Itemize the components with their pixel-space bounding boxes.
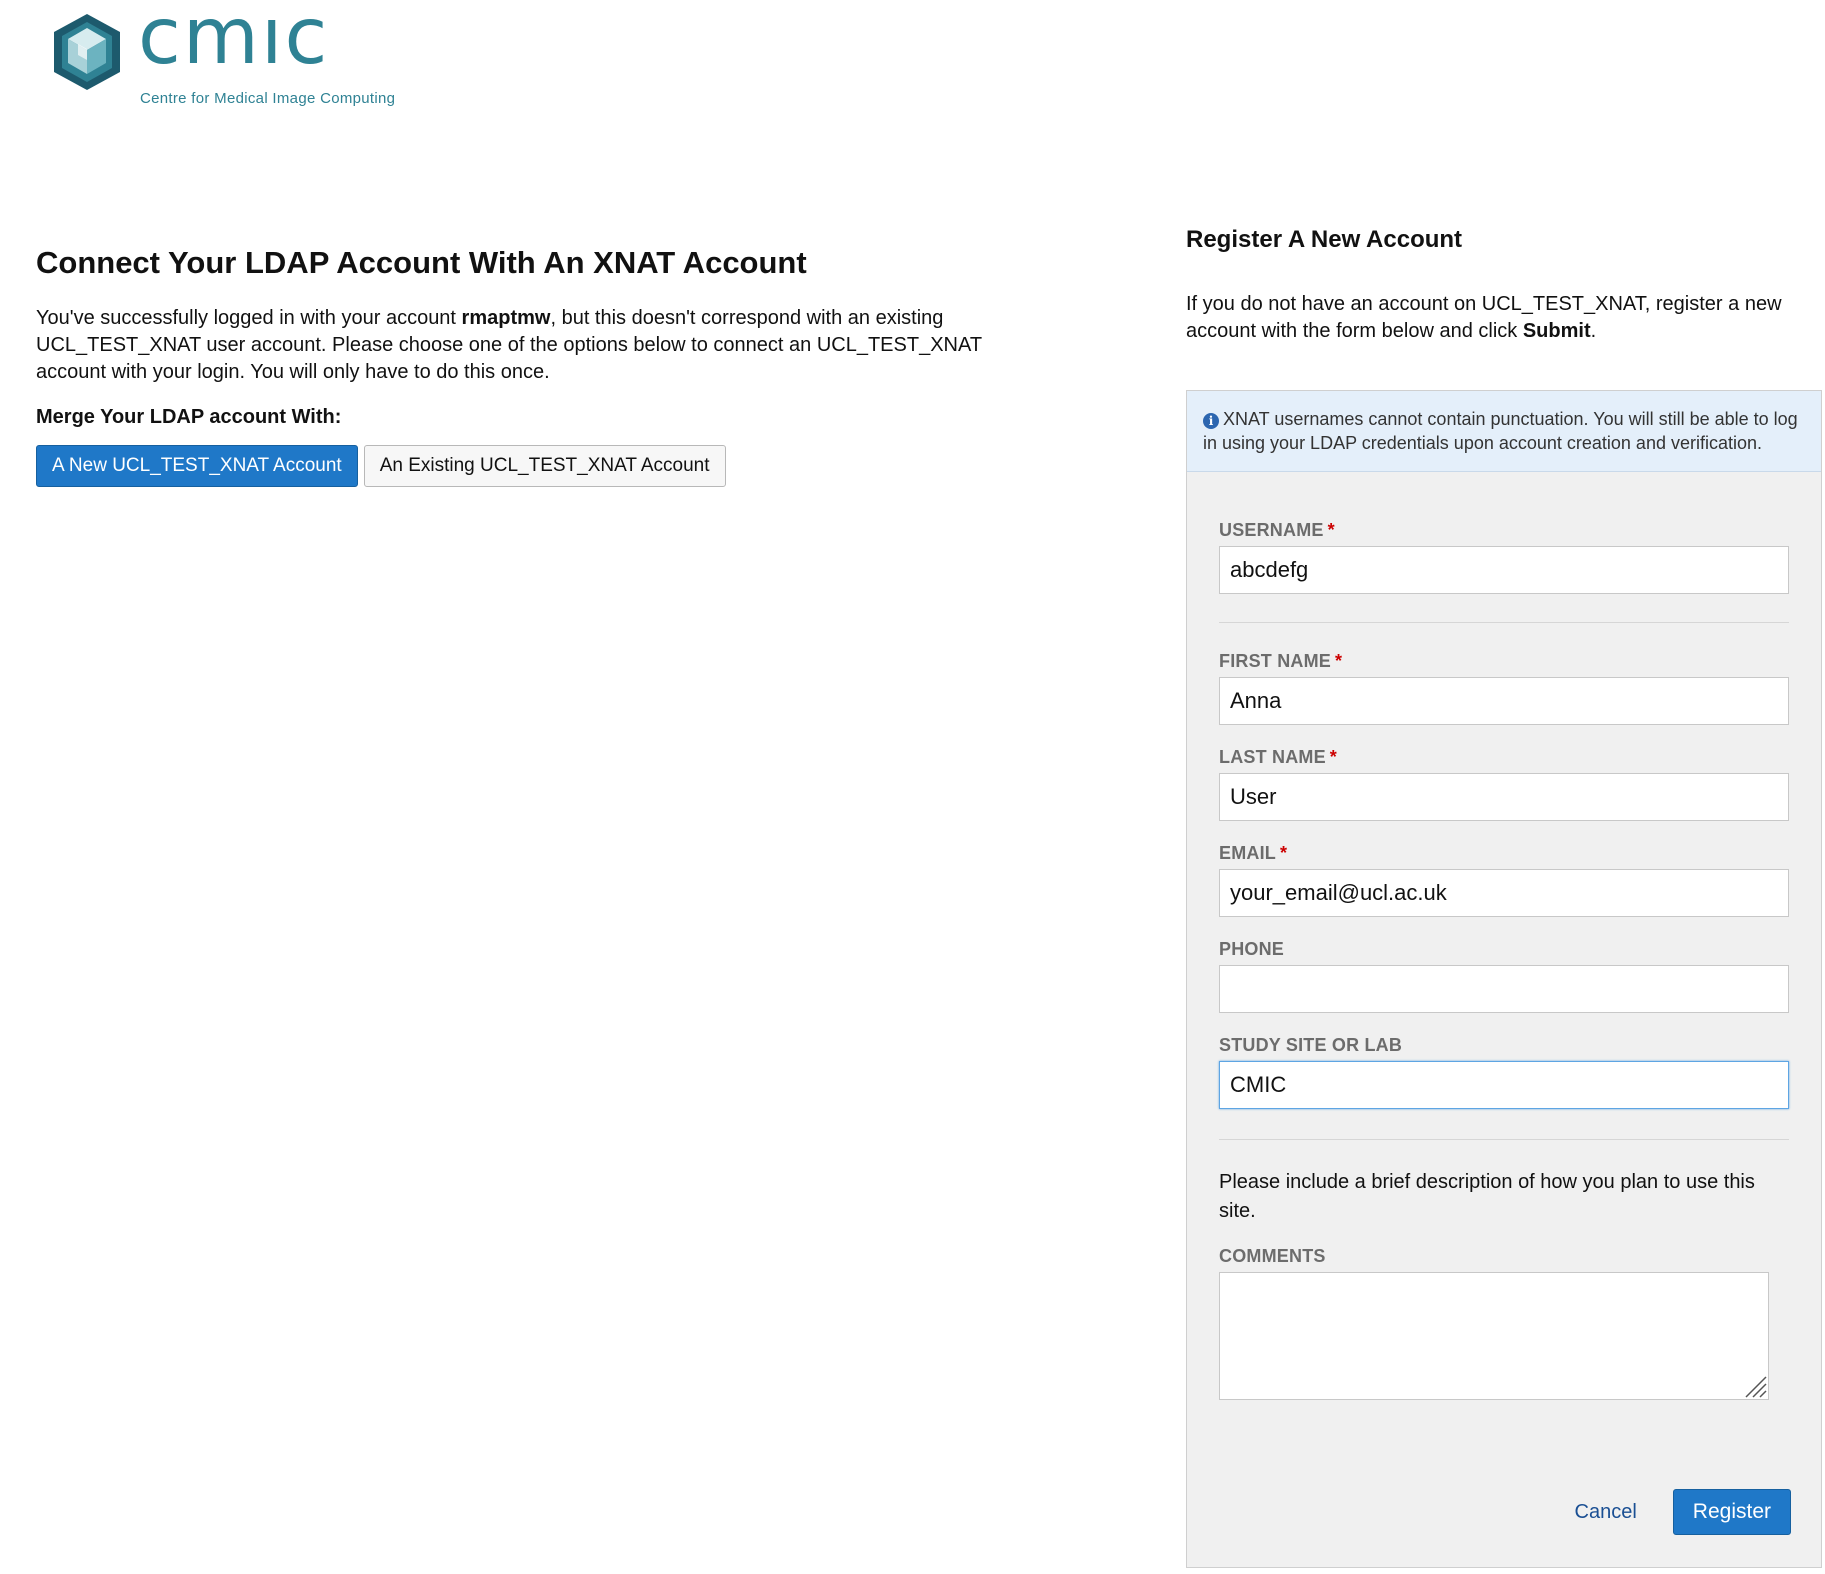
username-notice: i XNAT usernames cannot contain punctuati… (1187, 391, 1821, 472)
form-actions: Cancel Register (1575, 1489, 1791, 1535)
merge-heading: Merge Your LDAP account With: (36, 406, 342, 428)
phone-label: PHONE (1219, 939, 1285, 959)
register-description-end: . (1590, 320, 1597, 342)
existing-account-button[interactable]: An Existing UCL_TEST_XNAT Account (363, 445, 726, 487)
register-section: Register A New Account If you do not hav… (1186, 226, 1825, 1568)
study-site-label: STUDY SITE OR LAB (1219, 1035, 1403, 1055)
last-name-label: LAST NAME * (1219, 747, 1338, 767)
phone-input[interactable] (1219, 965, 1789, 1013)
account-name: rmaptmw (461, 307, 551, 329)
register-form-panel: i XNAT usernames cannot contain punctuati… (1186, 390, 1822, 1568)
cmic-wordmark: cmıc (138, 0, 330, 82)
comments-textarea[interactable] (1219, 1272, 1769, 1400)
intro-text: You've successfully logged in with your … (36, 305, 1046, 386)
register-form: USERNAME* FIRST NAME* LAST NAME* EMAIL* … (1187, 472, 1821, 1400)
required-marker: * (1280, 843, 1288, 863)
comments-label: COMMENTS (1219, 1246, 1326, 1266)
ldap-connect-section: Connect Your LDAP Account With An XNAT A… (36, 245, 1036, 487)
intro-text-start: You've successfully logged in with your … (36, 307, 462, 329)
first-name-label: FIRST NAME * (1219, 651, 1343, 671)
email-label: EMAIL * (1219, 843, 1288, 863)
cmic-tagline: Centre for Medical Image Computing (140, 90, 396, 107)
register-description: If you do not have an account on UCL_TES… (1186, 291, 1806, 345)
cmic-logo: cmıc Centre for Medical Image Computing (52, 0, 412, 112)
register-description-start: If you do not have an account on UCL_TES… (1186, 293, 1782, 342)
submit-word: Submit (1522, 320, 1591, 342)
cancel-link[interactable]: Cancel (1575, 1501, 1637, 1524)
cmic-cube-logo-icon (54, 14, 120, 90)
new-account-button[interactable]: A New UCL_TEST_XNAT Account (36, 445, 358, 487)
required-marker: * (1329, 747, 1338, 767)
notice-text: XNAT usernames cannot contain punctuatio… (1203, 409, 1798, 453)
required-marker: * (1335, 651, 1343, 671)
register-title: Register A New Account (1186, 226, 1463, 253)
email-input[interactable] (1219, 869, 1789, 917)
last-name-input[interactable] (1219, 773, 1789, 821)
first-name-input[interactable] (1219, 677, 1789, 725)
comments-help-text: Please include a brief description of ho… (1219, 1171, 1755, 1222)
info-icon: i (1203, 413, 1219, 429)
merge-options: A New UCL_TEST_XNAT Account An Existing … (36, 445, 1036, 487)
required-marker: * (1327, 520, 1335, 540)
page-title: Connect Your LDAP Account With An XNAT A… (36, 245, 807, 280)
username-label: USERNAME * (1219, 520, 1335, 540)
username-input[interactable] (1219, 546, 1789, 594)
register-button[interactable]: Register (1672, 1489, 1791, 1535)
resize-grip-icon[interactable] (1741, 1372, 1767, 1398)
study-site-input[interactable] (1219, 1061, 1789, 1109)
